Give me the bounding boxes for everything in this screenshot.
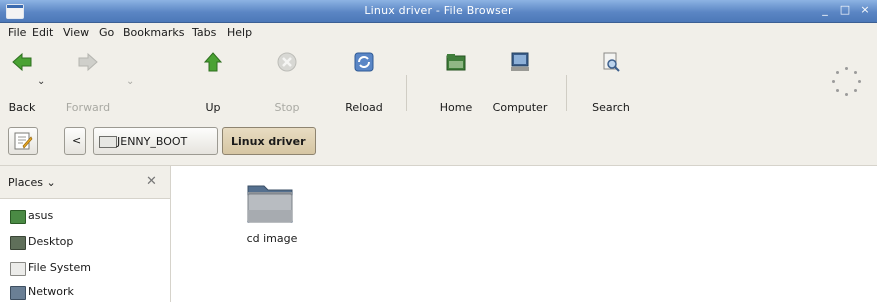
forward-button[interactable]: Forward: [58, 47, 118, 119]
places-dropdown[interactable]: Places ⌄: [8, 176, 56, 189]
title-bar: Linux driver - File Browser _ □ ×: [0, 0, 877, 23]
stop-icon: [277, 52, 297, 72]
folder-icon: [247, 185, 293, 223]
search-button[interactable]: Search: [581, 47, 641, 119]
filesystem-icon: [10, 262, 26, 276]
forward-history-dropdown-icon[interactable]: ⌄: [126, 76, 134, 87]
sidebar-item-label: asus: [28, 209, 54, 222]
menu-tabs[interactable]: Tabs: [192, 26, 216, 39]
close-button[interactable]: ×: [858, 3, 872, 17]
sidebar-item-file-system[interactable]: File System: [10, 260, 168, 280]
sidebar-item-label: Network: [28, 285, 74, 298]
stop-label: Stop: [274, 101, 300, 114]
location-bar: < JENNY_BOOT Linux driver: [0, 121, 877, 166]
menu-bar: File Edit View Go Bookmarks Tabs Help: [0, 23, 877, 43]
sidebar-item-desktop[interactable]: Desktop: [10, 234, 168, 254]
sidebar: Places ⌄ ✕ asus Desktop File System Netw…: [0, 166, 171, 302]
sidebar-item-label: Desktop: [28, 235, 74, 248]
menu-edit[interactable]: Edit: [32, 26, 53, 39]
menu-help[interactable]: Help: [227, 26, 252, 39]
path-crumb-label: JENNY_BOOT: [117, 135, 188, 148]
forward-arrow-icon: [78, 52, 98, 72]
computer-button[interactable]: Computer: [490, 47, 550, 119]
minimize-button[interactable]: _: [818, 3, 832, 17]
toolbar-separator: [406, 75, 407, 111]
toolbar-separator: [566, 75, 567, 111]
maximize-button[interactable]: □: [838, 3, 852, 17]
home-button[interactable]: Home: [426, 47, 486, 119]
forward-label: Forward: [65, 101, 111, 114]
desktop-icon: [10, 236, 26, 250]
home-folder-icon: [10, 210, 26, 224]
file-item-label: cd image: [246, 232, 298, 245]
computer-label: Computer: [492, 101, 548, 114]
sidebar-item-label: File System: [28, 261, 91, 274]
menu-file[interactable]: File: [8, 26, 26, 39]
up-arrow-icon: [203, 52, 223, 72]
stop-button[interactable]: Stop: [257, 47, 317, 119]
edit-location-icon: [14, 132, 33, 150]
network-icon: [10, 286, 26, 300]
places-label: Places: [8, 176, 43, 189]
search-icon: [603, 52, 620, 72]
up-label: Up: [205, 101, 221, 114]
back-label: Back: [8, 101, 36, 114]
file-item-cd-image[interactable]: cd image: [237, 180, 307, 270]
sidebar-item-asus[interactable]: asus: [10, 208, 168, 228]
back-history-dropdown-icon[interactable]: ⌄: [37, 76, 45, 87]
back-arrow-icon: [12, 52, 32, 72]
drive-icon: [99, 136, 117, 148]
toggle-location-entry-button[interactable]: [8, 127, 38, 155]
chevron-down-icon: ⌄: [42, 176, 56, 189]
home-label: Home: [439, 101, 473, 114]
computer-icon: [511, 52, 529, 71]
path-scroll-left-button[interactable]: <: [64, 127, 86, 155]
toolbar: Back ⌄ Forward ⌄ Up Stop Reload Home Com…: [0, 43, 877, 121]
menu-view[interactable]: View: [63, 26, 89, 39]
window-title: Linux driver - File Browser: [364, 4, 513, 17]
menu-bookmarks[interactable]: Bookmarks: [123, 26, 184, 39]
home-folder-icon: [446, 54, 466, 71]
path-crumb-jenny-boot[interactable]: JENNY_BOOT: [93, 127, 218, 155]
path-scroll-left-label: <: [72, 134, 82, 147]
up-button[interactable]: Up: [183, 47, 243, 119]
reload-label: Reload: [345, 101, 383, 114]
reload-button[interactable]: Reload: [334, 47, 394, 119]
reload-icon: [354, 52, 374, 72]
close-sidebar-icon[interactable]: ✕: [146, 174, 157, 189]
file-view[interactable]: cd image: [171, 166, 877, 302]
menu-go[interactable]: Go: [99, 26, 114, 39]
search-label: Search: [592, 101, 630, 114]
sidebar-header: Places ⌄ ✕: [0, 166, 170, 199]
path-crumb-label: Linux driver: [231, 135, 306, 148]
activity-spinner-icon: [832, 67, 862, 97]
sidebar-item-network[interactable]: Network: [10, 284, 168, 304]
path-crumb-linux-driver[interactable]: Linux driver: [222, 127, 316, 155]
